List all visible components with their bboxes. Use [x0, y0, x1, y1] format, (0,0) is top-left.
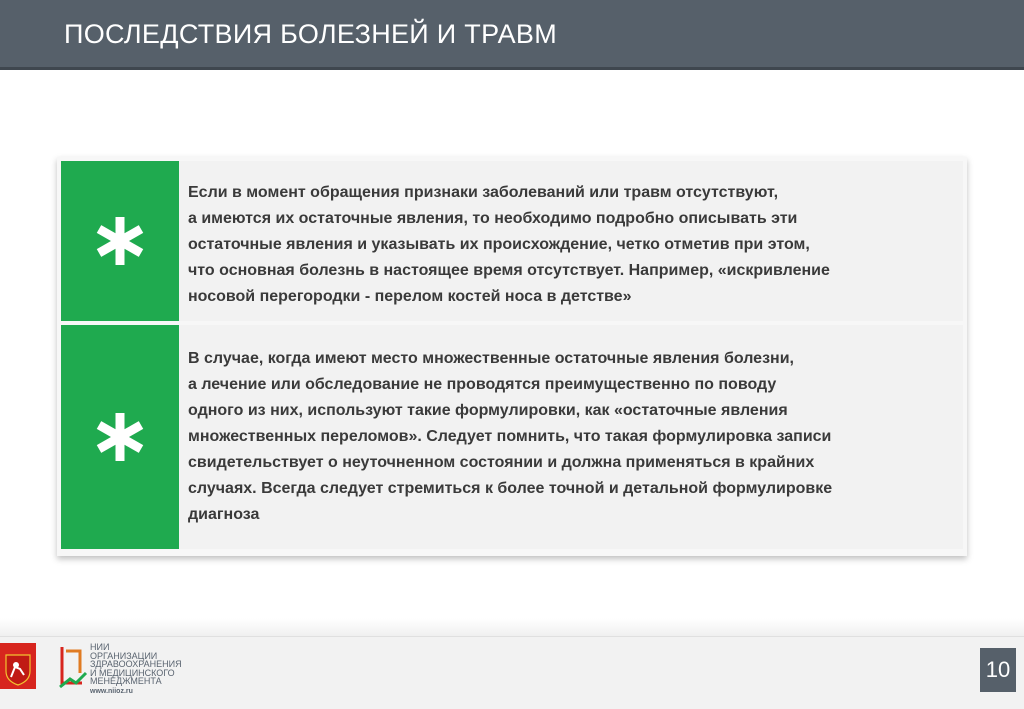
institute-logo-icon — [58, 643, 88, 691]
row-text-2: В случае, когда имеют место множественны… — [188, 350, 833, 523]
content-row-2: В случае, когда имеют место множественны… — [61, 325, 963, 549]
institute-logo-text: НИИ ОРГАНИЗАЦИИ ЗДРАВООХРАНЕНИЯ И МЕДИЦИ… — [90, 642, 182, 686]
page-number: 10 — [980, 648, 1016, 692]
row-marker-1 — [61, 161, 179, 321]
asterisk-icon — [96, 413, 144, 461]
content-row-1: Если в момент обращения признаки заболев… — [61, 161, 963, 321]
institute-url[interactable]: www.niioz.ru — [90, 688, 133, 695]
row-text-1: Если в момент обращения признаки заболев… — [188, 184, 830, 305]
footer-shadow — [0, 618, 1024, 636]
row-marker-2 — [61, 325, 179, 549]
content-frame: Если в момент обращения признаки заболев… — [57, 157, 967, 556]
slide-header: ПОСЛЕДСТВИЯ БОЛЕЗНЕЙ И ТРАВМ — [0, 0, 1024, 70]
slide-title: ПОСЛЕДСТВИЯ БОЛЕЗНЕЙ И ТРАВМ — [64, 19, 558, 49]
asterisk-icon — [96, 217, 144, 265]
moscow-emblem-icon — [0, 643, 36, 689]
